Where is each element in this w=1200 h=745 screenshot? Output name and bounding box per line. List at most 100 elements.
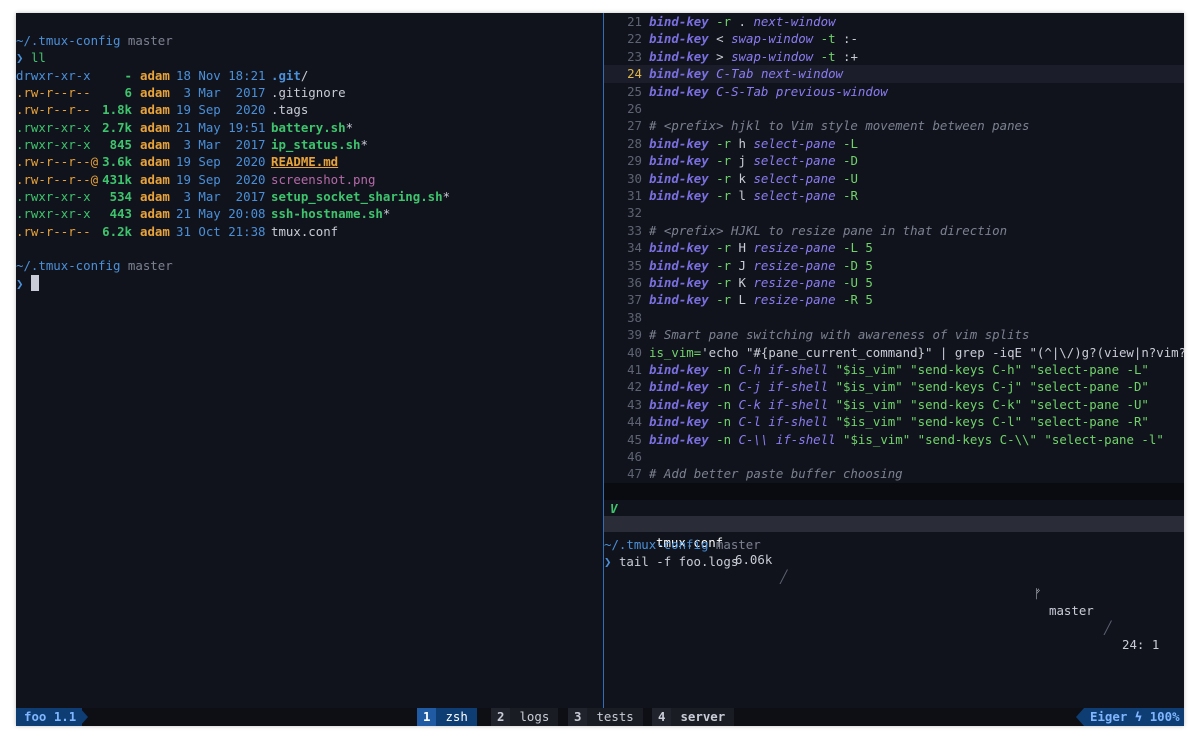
pane-divider-horizontal[interactable] <box>604 516 1184 532</box>
editor-line[interactable]: 28 bind-key -r h select-pane -L <box>604 135 1184 152</box>
command-line-2[interactable]: ❯ <box>16 275 39 292</box>
size: 2.7k <box>102 120 132 135</box>
line-number: 33 <box>627 222 642 238</box>
file-name[interactable]: README.md <box>271 154 338 169</box>
editor-line[interactable]: 21 bind-key -r . next-window <box>604 13 1184 30</box>
editor-line[interactable]: 23 bind-key > swap-window -t :+ <box>604 48 1184 65</box>
window-tab-tests[interactable]: 3 tests <box>568 708 643 726</box>
file-suffix: * <box>360 137 368 152</box>
window-tab-server[interactable]: 4 server <box>652 708 735 726</box>
line-number: 26 <box>627 101 642 116</box>
editor-line[interactable]: 33 # <prefix> HJKL to resize pane in that… <box>604 222 1184 239</box>
code-token: select-pane <box>753 135 836 151</box>
window-tab-logs[interactable]: 2 logs <box>491 708 559 726</box>
code-token: "$is_vim" "send-keys C-j" "select-pane -… <box>835 379 1149 395</box>
code-token: -U <box>843 170 858 186</box>
editor-line[interactable]: 40 is_vim='echo "#{pane_current_command}"… <box>604 344 1184 361</box>
code-token: -t <box>820 31 836 47</box>
code-token: next-window <box>760 66 843 82</box>
editor-line[interactable]: 30 bind-key -r k select-pane -U <box>604 170 1184 187</box>
user: adam <box>140 172 170 187</box>
code-token: C-h <box>738 362 761 377</box>
date: 19 Sep 2020 <box>176 154 266 169</box>
editor-line[interactable]: 46 <box>604 448 1184 465</box>
file-name[interactable]: .tags <box>271 102 308 117</box>
command-line-1: ❯ ll <box>16 49 46 66</box>
file-name[interactable]: .gitignore <box>271 85 346 100</box>
editor-line[interactable]: 32 <box>604 204 1184 221</box>
editor-line[interactable]: 35 bind-key -r J resize-pane -D 5 <box>604 257 1184 274</box>
user: adam <box>140 154 170 169</box>
code-token: # Smart pane switching with awareness of… <box>649 327 1030 343</box>
editor-line[interactable]: 31 bind-key -r l select-pane -R <box>604 187 1184 204</box>
editor-line[interactable]: 22 bind-key < swap-window -t :- <box>604 30 1184 47</box>
line-number: 32 <box>627 205 642 221</box>
line-number: 27 <box>627 118 642 134</box>
file-name[interactable]: setup_socket_sharing.sh <box>271 189 443 204</box>
prompt-path: ~/.tmux-config <box>16 258 121 273</box>
editor-line[interactable]: 25 bind-key C-S-Tab previous-window <box>604 83 1184 100</box>
file-name[interactable]: .git <box>271 68 301 83</box>
editor-line[interactable]: 42 bind-key -n C-j if-shell "$is_vim" "se… <box>604 378 1184 395</box>
user: adam <box>140 102 170 117</box>
window-name: logs <box>510 708 559 726</box>
prompt-branch: master <box>127 33 173 48</box>
editor-line[interactable]: 24 bind-key C-Tab next-window <box>604 65 1184 83</box>
file-name[interactable]: screenshot.png <box>271 172 375 187</box>
right-pane[interactable]: 21 bind-key -r . next-window 22 bind-key < … <box>604 13 1184 708</box>
code-token: bind-key <box>649 379 709 395</box>
size: 443 <box>109 206 132 221</box>
file-name[interactable]: ssh-hostname.sh <box>271 206 383 221</box>
code-token: # <prefix> hjkl to Vim style movement be… <box>649 118 1030 134</box>
file-name[interactable]: battery.sh <box>271 120 346 135</box>
code-token: -n <box>716 414 732 430</box>
editor-line[interactable]: 41 bind-key -n C-h if-shell "$is_vim" "se… <box>604 361 1184 378</box>
code-token: -r <box>716 14 732 29</box>
session-arrow-icon <box>80 708 88 726</box>
window-name: tests <box>587 708 643 726</box>
file-name[interactable]: tmux.conf <box>271 224 338 239</box>
editor-line[interactable]: 39 # Smart pane switching with awareness … <box>604 326 1184 343</box>
line-number: 23 <box>627 48 642 64</box>
perms: .rw-r--r-- <box>16 224 91 239</box>
editor-line[interactable]: 34 bind-key -r H resize-pane -L 5 <box>604 239 1184 256</box>
editor-line[interactable]: 37 bind-key -r L resize-pane -R 5 <box>604 291 1184 308</box>
editor-line[interactable]: 47 # Add better paste buffer choosing <box>604 465 1184 482</box>
editor-line[interactable]: 45 bind-key -n C-\\ if-shell "$is_vim" "s… <box>604 431 1184 448</box>
code-token: # <prefix> HJKL to resize pane in that d… <box>649 222 1008 238</box>
editor-line[interactable]: 38 <box>604 309 1184 326</box>
code-token: previous-window <box>775 83 888 99</box>
code-token: select-pane <box>753 170 836 186</box>
separator-icon: ╱ <box>780 569 788 584</box>
command-line-3[interactable]: ❯ tail -f foo.logs <box>604 553 738 570</box>
editor-line[interactable]: 43 bind-key -n C-k if-shell "$is_vim" "se… <box>604 396 1184 413</box>
window-tab-zsh[interactable]: 1 zsh <box>417 708 477 726</box>
code-token: -r <box>716 292 732 308</box>
listing-row: .rwxr-xr-x 534 adam 3 Mar 2017 setup_socket… <box>16 188 450 205</box>
editor-line[interactable]: 29 bind-key -r j select-pane -D <box>604 152 1184 169</box>
left-pane[interactable]: ~/.tmux-config master ❯ ll drwxr-xr-x - ad… <box>16 13 603 708</box>
vim-editor[interactable]: 21 bind-key -r . next-window 22 bind-key < … <box>604 13 1184 483</box>
code-token: -L <box>843 135 858 151</box>
editor-line[interactable]: 27 # <prefix> hjkl to Vim style movement … <box>604 117 1184 134</box>
perms: .rw-r--r-- <box>16 85 91 100</box>
code-token: 'echo "#{pane_current_command}" | grep -… <box>701 344 1184 360</box>
line-number: 40 <box>627 344 642 360</box>
file-name[interactable]: ip_status.sh <box>271 137 361 152</box>
separator-icon: ╱ <box>1104 620 1112 635</box>
line-number: 39 <box>627 327 642 343</box>
session-name[interactable]: foo 1.1 <box>16 708 83 726</box>
listing-row: .rw-r--r-- 6 adam 3 Mar 2017 .gitignore <box>16 84 346 101</box>
editor-line[interactable]: 36 bind-key -r K resize-pane -U 5 <box>604 274 1184 291</box>
branch-icon: ᚠ <box>1034 586 1042 601</box>
editor-line[interactable]: 44 bind-key -n C-l if-shell "$is_vim" "se… <box>604 413 1184 430</box>
date: 21 May 19:51 <box>176 120 266 135</box>
editor-line[interactable]: 26 <box>604 100 1184 117</box>
code-token: bind-key <box>649 257 709 273</box>
